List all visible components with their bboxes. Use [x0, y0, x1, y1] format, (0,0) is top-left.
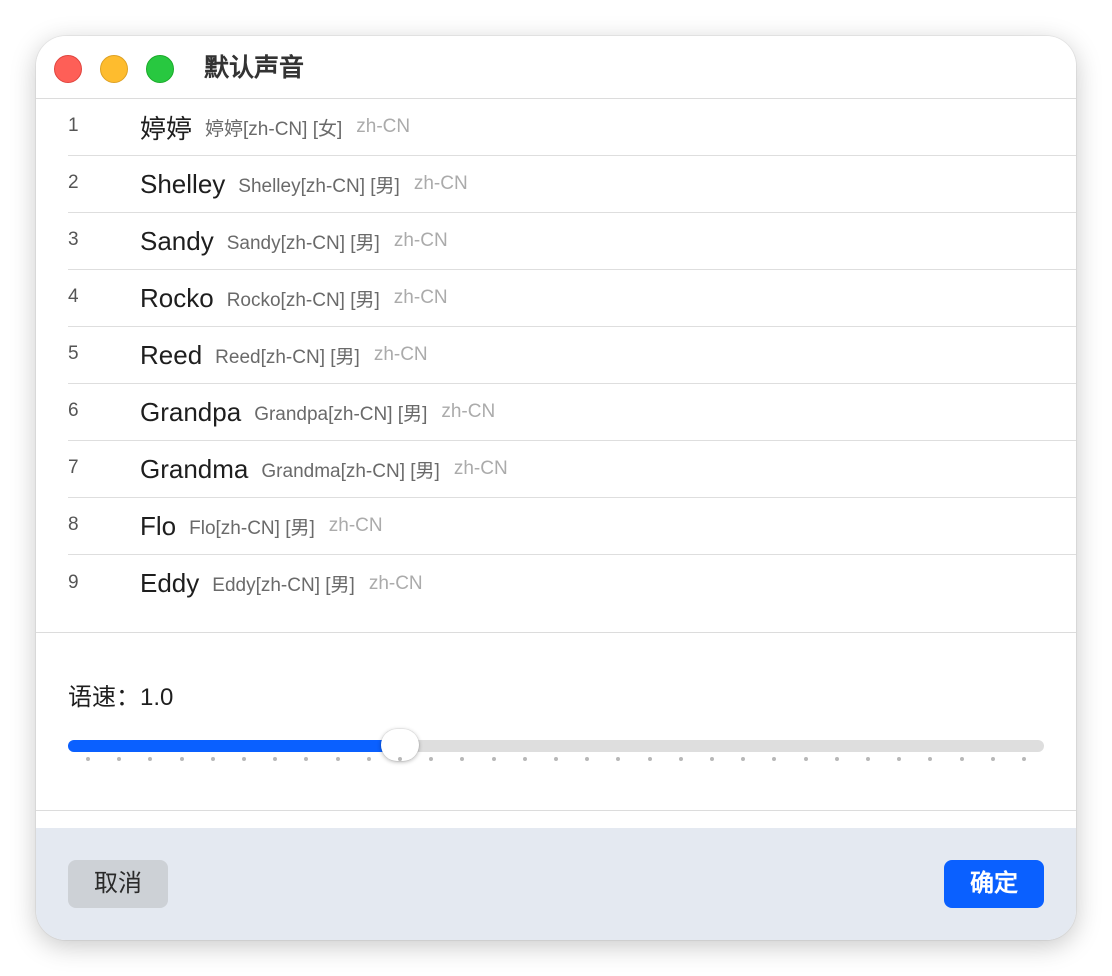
voice-name: 婷婷: [140, 113, 193, 144]
slider-tick: [179, 757, 184, 761]
slider-tick: [616, 757, 621, 761]
slider-tick: [117, 757, 122, 761]
list-divider: [36, 632, 1076, 633]
voice-lang: zh-CN: [368, 572, 423, 594]
voice-index: 1: [68, 115, 79, 136]
confirm-button[interactable]: 确定: [944, 860, 1044, 908]
voice-name: Flo: [140, 510, 177, 541]
speed-slider-fill: [68, 740, 400, 752]
voice-row[interactable]: 6 Grandpa Grandpa[zh-CN] [男] zh-CN: [68, 384, 1076, 441]
slider-tick: [491, 757, 496, 761]
slider-tick: [803, 757, 808, 761]
voice-name: Shelley: [140, 168, 226, 199]
slider-tick: [148, 757, 153, 761]
voice-lang: zh-CN: [373, 344, 428, 365]
voice-lang: zh-CN: [328, 515, 383, 536]
slider-tick: [460, 757, 465, 761]
voice-name: Eddy: [140, 568, 200, 598]
voice-name: Sandy: [140, 225, 214, 256]
slider-tick: [429, 757, 434, 761]
slider-tick: [242, 757, 246, 761]
slider-tick: [366, 757, 371, 761]
voice-name: Grandma: [140, 453, 249, 484]
slider-tick: [522, 757, 527, 761]
slider-tick: [335, 757, 340, 761]
voice-row[interactable]: 2 Shelley Shelley[zh-CN] [男] zh-CN: [68, 156, 1076, 213]
voice-row[interactable]: 9 Eddy Eddy[zh-CN] [男] zh-CN: [68, 555, 1076, 612]
zoom-dot-icon[interactable]: [146, 55, 174, 83]
voice-name: Rocko: [140, 282, 214, 313]
slider-tick: [304, 757, 309, 761]
slider-tick: [741, 757, 746, 761]
voice-detail: 婷婷[zh-CN] [女]: [205, 118, 343, 140]
voice-lang: zh-CN: [356, 116, 411, 137]
slider-tick: [585, 757, 590, 761]
voice-lang: zh-CN: [453, 458, 508, 479]
slider-tick: [772, 757, 777, 761]
voice-detail: Grandma[zh-CN] [男]: [261, 460, 440, 482]
voice-detail: Flo[zh-CN] [男]: [189, 517, 315, 539]
voice-row[interactable]: 4 Rocko Rocko[zh-CN] [男] zh-CN: [68, 270, 1076, 327]
slider-tick: [866, 757, 870, 761]
speed-label: 语速：1.0: [68, 684, 174, 711]
voice-list: 1 婷婷 婷婷[zh-CN] [女] zh-CN 2 Shelley Shelley[zh-…: [36, 99, 1076, 612]
slider-tick: [86, 757, 90, 761]
voice-index: 9: [68, 571, 79, 593]
close-dot-icon[interactable]: [54, 55, 82, 83]
voice-row[interactable]: 1 婷婷 婷婷[zh-CN] [女] zh-CN: [68, 99, 1076, 156]
voice-lang: zh-CN: [413, 173, 468, 194]
voice-detail: Reed[zh-CN] [男]: [215, 346, 360, 368]
voice-name: Grandpa: [140, 396, 242, 427]
voice-index: 6: [68, 400, 79, 421]
slider-tick: [398, 757, 402, 761]
footer-divider: [36, 810, 1076, 811]
slider-tick: [990, 757, 995, 761]
speed-slider[interactable]: [68, 729, 1044, 761]
voice-index: 3: [68, 229, 79, 250]
voice-index: 2: [68, 172, 79, 193]
voice-row[interactable]: 7 Grandma Grandma[zh-CN] [男] zh-CN: [68, 441, 1076, 498]
slider-tick: [273, 757, 278, 761]
voice-lang: zh-CN: [393, 230, 448, 251]
slider-tick: [959, 757, 964, 761]
voice-detail: Sandy[zh-CN] [男]: [226, 232, 380, 254]
slider-tick: [678, 757, 683, 761]
speed-slider-ticks: [68, 757, 1044, 763]
voice-detail: Grandpa[zh-CN] [男]: [254, 403, 428, 425]
voice-lang: zh-CN: [393, 287, 448, 308]
slider-tick: [210, 757, 215, 761]
voice-index: 5: [68, 343, 79, 364]
voice-detail: Shelley[zh-CN] [男]: [238, 175, 400, 197]
voice-lang: zh-CN: [441, 401, 496, 422]
slider-tick: [1022, 757, 1026, 761]
dialog-footer: 取消 确定: [36, 828, 1076, 940]
slider-tick: [928, 757, 933, 761]
voice-index: 7: [68, 457, 79, 478]
slider-tick: [647, 757, 652, 761]
slider-tick: [710, 757, 714, 761]
voice-dialog: 默认声音 1 婷婷 婷婷[zh-CN] [女] zh-CN 2 Shelley Shelle…: [36, 36, 1076, 940]
voice-row[interactable]: 5 Reed Reed[zh-CN] [男] zh-CN: [68, 327, 1076, 384]
voice-row[interactable]: 8 Flo Flo[zh-CN] [男] zh-CN: [68, 498, 1076, 555]
slider-tick: [897, 757, 902, 761]
slider-tick: [834, 757, 839, 761]
voice-index: 8: [68, 514, 79, 535]
slider-tick: [554, 757, 558, 761]
minimize-dot-icon[interactable]: [100, 55, 128, 83]
title-bar: 默认声音: [36, 36, 1076, 99]
cancel-button[interactable]: 取消: [68, 860, 168, 908]
voice-index: 4: [68, 286, 79, 307]
window-title: 默认声音: [204, 54, 305, 82]
voice-detail: Rocko[zh-CN] [男]: [226, 289, 380, 311]
voice-detail: Eddy[zh-CN] [男]: [212, 575, 355, 596]
voice-name: Reed: [140, 339, 203, 370]
voice-row[interactable]: 3 Sandy Sandy[zh-CN] [男] zh-CN: [68, 213, 1076, 270]
